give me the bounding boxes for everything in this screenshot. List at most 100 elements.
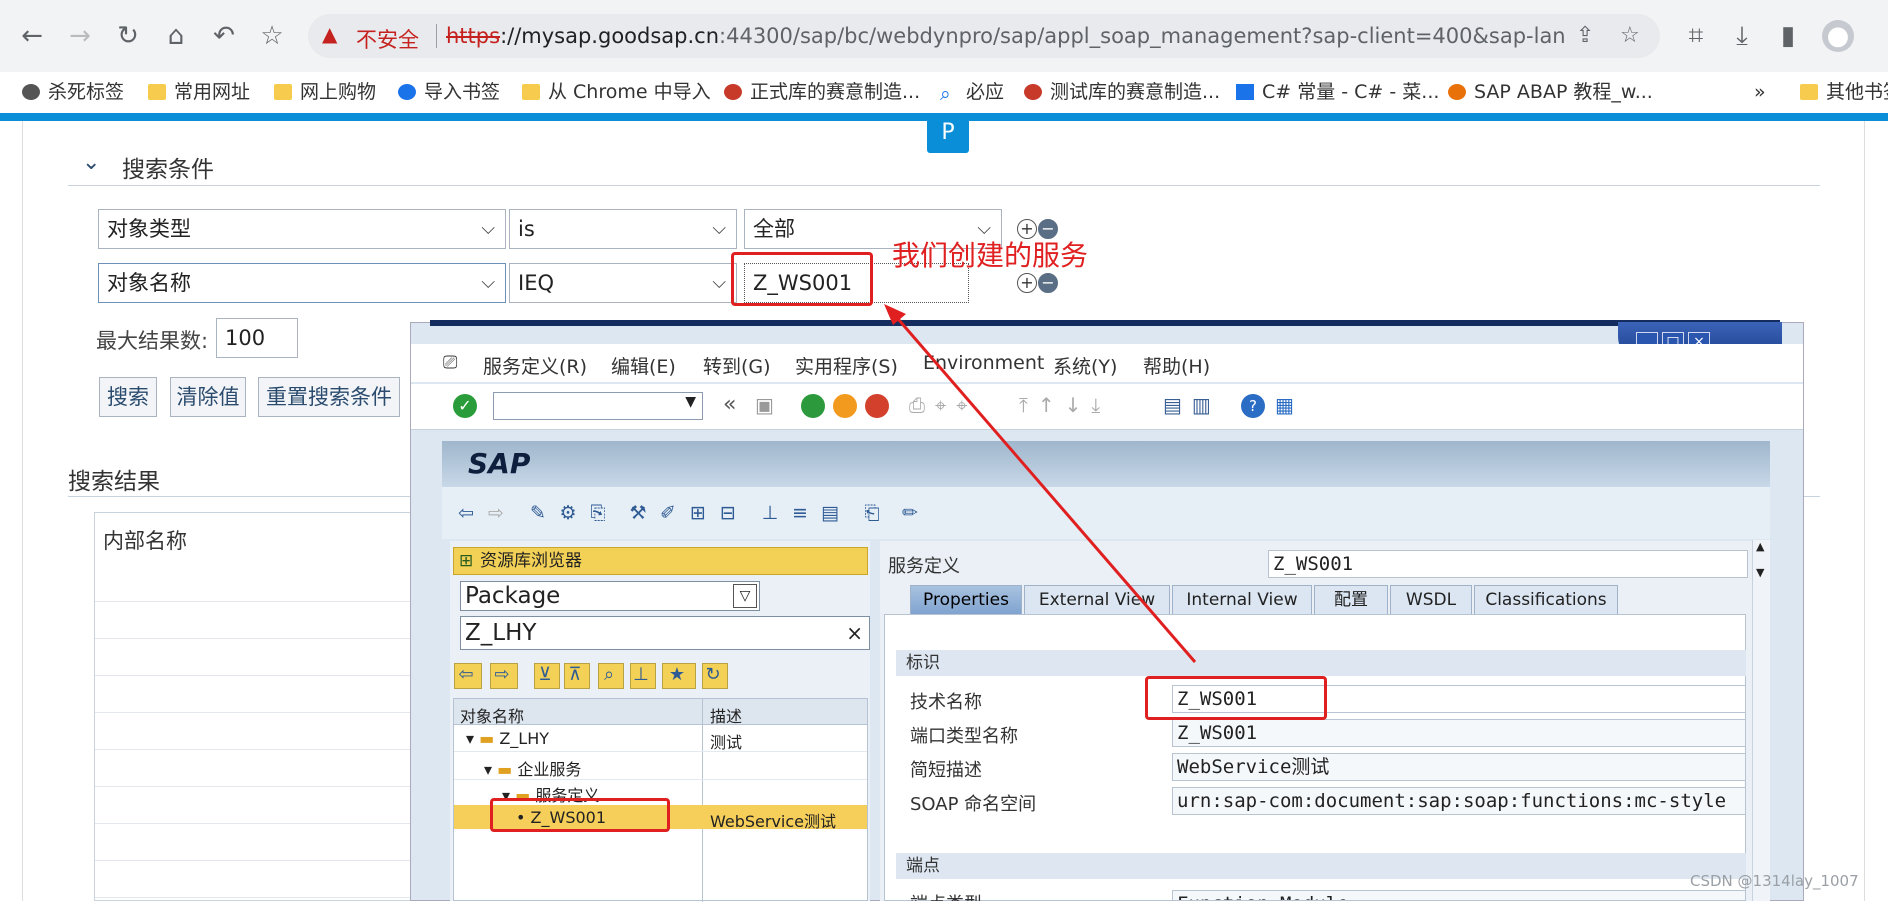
hierarchy-icon[interactable]: ⊥ [630, 663, 656, 689]
menu-item[interactable]: 帮助(H) [1143, 352, 1210, 379]
tool-icon[interactable]: ⊟ [716, 501, 740, 525]
clear-button[interactable]: 清除值 [170, 377, 246, 417]
menu-item[interactable]: 系统(Y) [1053, 352, 1117, 379]
folder-icon [522, 84, 540, 100]
reload-icon[interactable]: ↻ [112, 20, 144, 52]
share-icon[interactable]: ⇪ [1576, 23, 1594, 48]
bookmark-item[interactable]: 正式库的赛意制造... [724, 72, 920, 112]
save-icon[interactable]: ▣ [755, 393, 774, 417]
window-icons[interactable]: ▤▥ [1163, 393, 1221, 417]
address-bar[interactable]: ▲ 不安全 https://mysap.goodsap.cn:44300/sap… [308, 14, 1660, 58]
criteria-field-select[interactable]: 对象名称 ⌵ [98, 263, 506, 303]
bookmark-star-icon[interactable]: ☆ [256, 20, 288, 52]
tool-icon[interactable]: ⎘ [586, 501, 610, 525]
divider [68, 185, 1820, 186]
menu-item[interactable]: 服务定义(R) [483, 352, 587, 379]
sap-title-strip [430, 320, 1780, 326]
menu-item[interactable]: 实用程序(S) [795, 352, 898, 379]
menu-item[interactable]: 转到(G) [703, 352, 771, 379]
layout-icon[interactable]: ▦ [1275, 393, 1294, 417]
tool-icon[interactable]: ✎ [526, 501, 550, 525]
tool-icon[interactable]: ≡ [788, 501, 812, 525]
search-button[interactable]: 搜索 [99, 377, 157, 417]
expand-icon[interactable]: ⊻ [534, 663, 560, 689]
scroll-down-icon[interactable]: ▼ [1756, 566, 1764, 579]
collapse-chevron-icon[interactable]: ⌄ [82, 150, 100, 175]
command-field[interactable]: ▼ [493, 392, 703, 420]
tool-icon[interactable]: ⎗ [860, 501, 884, 525]
cancel-icon[interactable] [865, 394, 889, 418]
forward-icon[interactable]: → [64, 20, 96, 52]
remove-row-icon[interactable]: − [1038, 273, 1058, 293]
forward-icon[interactable]: ⇨ [490, 663, 518, 689]
tab-config[interactable]: 配置 [1314, 585, 1388, 615]
bookmark-item[interactable]: ⌕ 必应 [940, 72, 1004, 112]
tree-node[interactable]: ▾ ▬ 企业服务 [484, 756, 581, 780]
bookmark-item[interactable]: 从 Chrome 中导入 [522, 72, 711, 112]
package-input[interactable]: Z_LHY × [460, 616, 870, 650]
bookmark-item[interactable]: 网上购物 [274, 72, 376, 112]
warning-icon: ▲ [322, 22, 338, 46]
back-icon[interactable]: ← [16, 20, 48, 52]
folder-icon [1800, 84, 1818, 100]
menu-icon[interactable]: ⎚ [443, 352, 457, 373]
download-icon[interactable]: ⤓ [1726, 20, 1758, 52]
bookmark-item[interactable]: SAP ABAP 教程_w... [1448, 72, 1653, 112]
bookmark-item[interactable]: 杀死标签 [22, 72, 124, 112]
menu-item[interactable]: 编辑(E) [611, 352, 676, 379]
tool-icon[interactable]: ✏ [898, 501, 922, 525]
undo-icon[interactable]: ↶ [208, 20, 240, 52]
find-icon[interactable]: ⌕ [598, 663, 624, 689]
star-icon[interactable]: ☆ [1620, 23, 1640, 48]
tool-icon[interactable]: ✐ [656, 501, 680, 525]
bookmark-item[interactable]: 测试库的赛意制造... [1024, 72, 1220, 112]
refresh-icon[interactable]: ↻ [702, 663, 728, 689]
tab-properties[interactable]: Properties [910, 585, 1022, 615]
object-type-select[interactable]: Package ▽ [460, 581, 760, 611]
back-icon[interactable]: ⇦ [454, 663, 482, 689]
menu-item[interactable]: Environment [923, 352, 1044, 374]
bookmark-item[interactable]: 常用网址 [148, 72, 250, 112]
enter-check-icon[interactable]: ✓ [453, 394, 477, 418]
home-icon[interactable]: ⌂ [160, 20, 192, 52]
tab-external-view[interactable]: External View [1024, 585, 1170, 615]
sidepanel-icon[interactable]: ▮ [1772, 20, 1804, 52]
bookmarks-overflow[interactable]: » [1754, 72, 1766, 112]
bookmark-item[interactable]: 导入书签 [398, 72, 500, 112]
tab-classifications[interactable]: Classifications [1474, 585, 1618, 615]
forward-arrow-icon[interactable]: ⇨ [484, 501, 508, 525]
help-icon[interactable]: ? [1241, 394, 1265, 418]
back-icon[interactable] [801, 394, 825, 418]
add-row-icon[interactable]: + [1017, 273, 1037, 293]
crop-icon[interactable]: ⌗ [1680, 20, 1712, 52]
exit-icon[interactable] [833, 394, 857, 418]
tab-internal-view[interactable]: Internal View [1172, 585, 1312, 615]
clear-icon[interactable]: × [846, 617, 863, 649]
hierarchy-icon[interactable]: ⊥ [758, 501, 782, 525]
soap-namespace-field: urn:sap-com:document:sap:soap:functions:… [1172, 787, 1746, 815]
bookmark-item[interactable]: 其他书签 [1800, 72, 1888, 112]
tree-node[interactable]: ▾ ▬ Z_LHY [466, 729, 549, 748]
back-arrow-icon[interactable]: ⇦ [454, 501, 478, 525]
reset-button[interactable]: 重置搜索条件 [258, 377, 400, 417]
tab-wsdl[interactable]: WSDL [1390, 585, 1472, 615]
service-definition-label: 服务定义 [888, 556, 960, 577]
tool-icon[interactable]: ⚒ [626, 501, 650, 525]
bookmark-item[interactable]: C# 常量 - C# - 菜... [1236, 72, 1439, 112]
print-find-icons[interactable]: ⎙⌖⌖ [909, 393, 978, 417]
max-results-input[interactable]: 100 [216, 318, 298, 358]
collapse-icon[interactable]: ⊼ [564, 663, 590, 689]
criteria-operator-select[interactable]: IEQ ⌵ [509, 263, 737, 303]
tool-icon[interactable]: ⚙ [556, 501, 580, 525]
repository-browser-header[interactable]: ⊞ 资源库浏览器 [453, 547, 868, 575]
criteria-field-select[interactable]: 对象类型 ⌵ [98, 209, 506, 249]
profile-icon[interactable]: ● [1822, 20, 1854, 52]
favorite-star-icon[interactable]: ★ [662, 663, 696, 689]
collapse-icon[interactable]: « [723, 392, 736, 417]
page-nav-icons[interactable]: ⤒↑↓⤓ [1019, 393, 1110, 417]
tool-icon[interactable]: ⊞ [686, 501, 710, 525]
scroll-up-icon[interactable]: ▲ [1756, 540, 1764, 553]
scrollbar[interactable]: ▲ ▼ [1752, 540, 1770, 901]
tool-icon[interactable]: ▤ [818, 501, 842, 525]
criteria-operator-select[interactable]: is ⌵ [509, 209, 737, 249]
